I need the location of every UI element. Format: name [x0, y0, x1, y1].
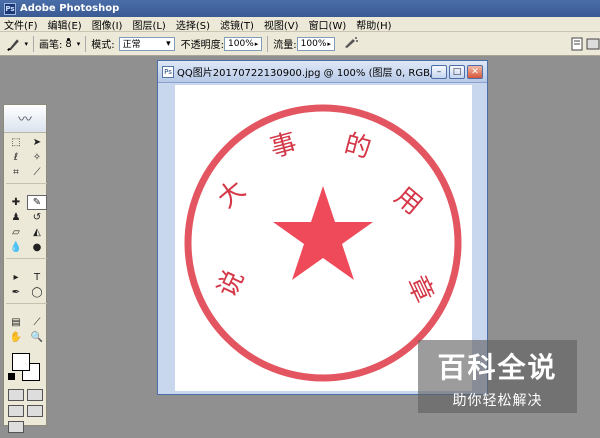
close-button[interactable]: ✕: [467, 65, 483, 79]
document-icon: [571, 37, 583, 51]
options-bar: ▾ 画笔: 8 ▾ 模式: 正常 ▾ 不透明度: 100% ▸ 流量: 100%…: [0, 32, 600, 56]
menu-window[interactable]: 窗口(W): [309, 17, 347, 32]
menu-filter[interactable]: 滤镜(T): [220, 17, 254, 32]
airbrush-icon: [344, 37, 358, 48]
maximize-button[interactable]: □: [449, 65, 465, 79]
chevron-down-icon: ▾: [24, 39, 28, 48]
palette-icon: [586, 38, 600, 50]
stamp-char-4: 的: [341, 129, 374, 165]
app-title: Adobe Photoshop: [20, 3, 120, 14]
pen-tool-icon[interactable]: ✒: [6, 285, 26, 300]
menu-image[interactable]: 图像(I): [92, 17, 123, 32]
stamp-char-6: 章: [401, 271, 439, 307]
opacity-input[interactable]: 100% ▸: [224, 36, 263, 51]
quick-mask-mode-icon[interactable]: [27, 389, 43, 401]
star-shape: [273, 186, 373, 280]
watermark-overlay: 百科全说 助你轻松解决: [418, 340, 577, 413]
stamp-char-2: 大: [212, 175, 251, 215]
chevron-down-icon[interactable]: ▾: [77, 40, 81, 48]
airbrush-toggle[interactable]: [343, 35, 359, 52]
brush-label: 画笔:: [39, 40, 63, 51]
slice-tool-icon[interactable]: ⟋: [27, 165, 47, 180]
clone-stamp-tool-icon[interactable]: ♟: [6, 210, 26, 225]
mode-label: 模式:: [91, 40, 115, 51]
menu-view[interactable]: 视图(V): [264, 17, 299, 32]
toolbox: 〰 ⬚ ➤ ℓ ✧ ⌗ ⟋ ✚ ✎ ♟ ↺ ▱ ◭ 💧 ● ▸ T ✒ ◯ ▤ …: [3, 104, 47, 433]
watermark-subtitle: 助你轻松解决: [452, 393, 543, 409]
arrow-right-icon: ▸: [327, 39, 331, 48]
menu-layer[interactable]: 图层(L): [132, 17, 165, 32]
dodge-tool-icon[interactable]: ●: [27, 240, 47, 255]
color-swatches: [8, 351, 46, 385]
mode-select[interactable]: 正常 ▾: [118, 36, 175, 51]
divider: [267, 35, 269, 52]
arrow-right-icon: ▸: [254, 39, 259, 48]
brush-icon: [7, 38, 19, 51]
flow-value: 100%: [300, 38, 327, 49]
chevron-down-icon: ▾: [166, 38, 171, 49]
path-selection-tool-icon[interactable]: ▸: [6, 270, 26, 285]
stamp-char-5: 用: [389, 181, 428, 221]
notes-tool-icon[interactable]: ▤: [6, 315, 26, 330]
opacity-label: 不透明度:: [180, 40, 225, 51]
window-controls: – □ ✕: [431, 65, 483, 79]
mode-value: 正常: [122, 40, 141, 50]
eyedropper-tool-icon[interactable]: ⟋: [27, 315, 47, 330]
type-tool-icon[interactable]: T: [27, 270, 47, 285]
divider: [6, 258, 47, 262]
tool-grid: ⬚ ➤ ℓ ✧ ⌗ ⟋ ✚ ✎ ♟ ↺ ▱ ◭ 💧 ● ▸ T ✒ ◯ ▤ ⟋ …: [4, 133, 47, 347]
flow-label: 流量:: [273, 40, 297, 51]
paint-bucket-tool-icon[interactable]: ◭: [27, 225, 47, 240]
opacity-value: 100%: [228, 38, 254, 49]
jump-to-imageready-icon[interactable]: [8, 421, 24, 433]
screen-modes: [8, 405, 46, 417]
hand-tool-icon[interactable]: ✋: [6, 330, 26, 345]
minimize-button[interactable]: –: [431, 65, 447, 79]
lasso-tool-icon[interactable]: ℓ: [6, 150, 26, 165]
crop-tool-icon[interactable]: ⌗: [6, 165, 26, 180]
stamp-char-3: 事: [267, 128, 300, 164]
stamp-char-1: 说: [212, 266, 250, 302]
magic-wand-tool-icon[interactable]: ✧: [27, 150, 47, 165]
jump-to-buttons: [8, 421, 46, 433]
menu-bar: 文件(F) 编辑(E) 图像(I) 图层(L) 选择(S) 滤镜(T) 视图(V…: [0, 17, 600, 32]
brush-size-picker[interactable]: 8: [65, 38, 72, 50]
photoshop-logo-icon: Ps: [4, 2, 16, 15]
document-title: QQ图片20170722130900.jpg @ 100% (图层 0, RGB…: [177, 68, 444, 79]
default-colors-icon[interactable]: [8, 373, 15, 380]
zoom-tool-icon[interactable]: 🔍: [27, 330, 47, 345]
menu-help[interactable]: 帮助(H): [356, 17, 391, 32]
ps-document-icon: Ps: [162, 65, 174, 78]
brush-tool-icon[interactable]: ✎: [27, 195, 47, 210]
menu-edit[interactable]: 编辑(E): [48, 17, 82, 32]
divider: [33, 35, 34, 52]
flow-input[interactable]: 100% ▸: [296, 36, 335, 51]
move-tool-icon[interactable]: ➤: [27, 135, 47, 150]
toolbox-header-feather-icon[interactable]: 〰: [4, 105, 46, 133]
eraser-tool-icon[interactable]: ▱: [6, 225, 26, 240]
history-brush-tool-icon[interactable]: ↺: [27, 210, 47, 225]
watermark-title: 百科全说: [437, 351, 558, 384]
divider: [85, 35, 87, 52]
blur-tool-icon[interactable]: 💧: [6, 240, 26, 255]
tool-preset-picker[interactable]: ▾: [6, 35, 28, 53]
healing-brush-tool-icon[interactable]: ✚: [6, 195, 26, 210]
shape-tool-icon[interactable]: ◯: [27, 285, 47, 300]
file-browser-button[interactable]: [570, 37, 584, 51]
menu-select[interactable]: 选择(S): [176, 17, 210, 32]
divider: [6, 183, 47, 187]
standard-mode-icon[interactable]: [8, 389, 24, 401]
marquee-tool-icon[interactable]: ⬚: [6, 135, 26, 150]
foreground-color-swatch[interactable]: [12, 353, 30, 371]
divider: [6, 303, 47, 307]
palette-well-button[interactable]: [586, 37, 600, 51]
menu-file[interactable]: 文件(F): [4, 17, 38, 32]
screen-mode-full-icon[interactable]: [27, 405, 43, 417]
brush-size-value: 8: [65, 39, 72, 50]
screen-mode-standard-icon[interactable]: [8, 405, 24, 417]
quick-mask-modes: [8, 389, 46, 401]
app-title-bar: Ps Adobe Photoshop: [0, 0, 600, 17]
